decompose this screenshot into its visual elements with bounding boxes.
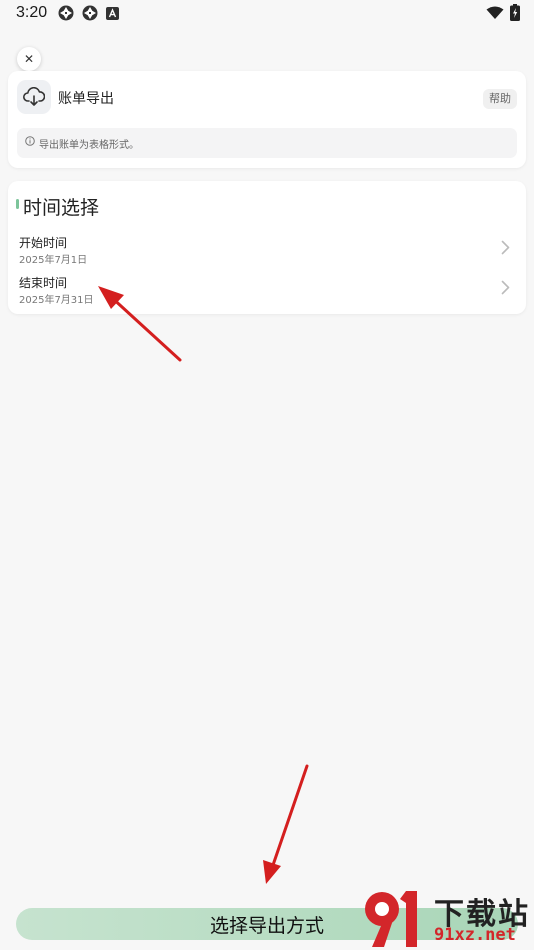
chevron-right-icon xyxy=(501,280,510,295)
battery-charging-icon xyxy=(510,4,520,21)
chevron-right-icon xyxy=(501,240,510,255)
close-icon: ✕ xyxy=(23,52,35,66)
status-bar: 3:20 xyxy=(0,0,534,28)
start-time-value: 2025年7月1日 xyxy=(19,255,88,266)
export-card: 账单导出 帮助 导出账单为表格形式。 xyxy=(8,71,526,168)
info-bar: 导出账单为表格形式。 xyxy=(17,128,517,158)
status-icons-left xyxy=(58,5,119,21)
start-time-label: 开始时间 xyxy=(19,236,68,250)
end-time-row[interactable]: 结束时间 2025年7月31日 xyxy=(8,272,526,308)
cloud-download-icon xyxy=(23,87,45,106)
font-notification-icon xyxy=(106,6,119,20)
aperture-icon xyxy=(82,5,98,21)
help-button[interactable]: 帮助 xyxy=(483,89,517,109)
time-selection-card: 时间选择 开始时间 2025年7月1日 结束时间 2025年7月31日 xyxy=(8,181,526,314)
export-icon-box xyxy=(17,80,51,114)
aperture-icon xyxy=(58,5,74,21)
export-title: 账单导出 xyxy=(58,91,114,107)
info-text: 导出账单为表格形式。 xyxy=(39,140,139,151)
annotation-arrow-export-button xyxy=(263,764,309,884)
end-time-label: 结束时间 xyxy=(19,276,68,290)
wifi-icon xyxy=(486,6,504,19)
info-icon xyxy=(25,136,35,146)
watermark-brand-bottom: 91xz.net xyxy=(434,925,516,945)
start-time-row[interactable]: 开始时间 2025年7月1日 xyxy=(8,232,526,268)
screen: 3:20 ✕ 账单导出 帮助 导出账单为表格形式。 时间选择 开始时间 2025… xyxy=(0,0,534,950)
close-button[interactable]: ✕ xyxy=(17,47,41,71)
status-time: 3:20 xyxy=(16,4,48,21)
section-accent xyxy=(16,199,19,209)
section-title: 时间选择 xyxy=(23,197,100,219)
watermark-logo-icon xyxy=(365,891,417,947)
status-icons-right xyxy=(486,4,520,21)
watermark: 下载站 91xz.net xyxy=(360,887,532,949)
end-time-value: 2025年7月31日 xyxy=(19,295,94,306)
